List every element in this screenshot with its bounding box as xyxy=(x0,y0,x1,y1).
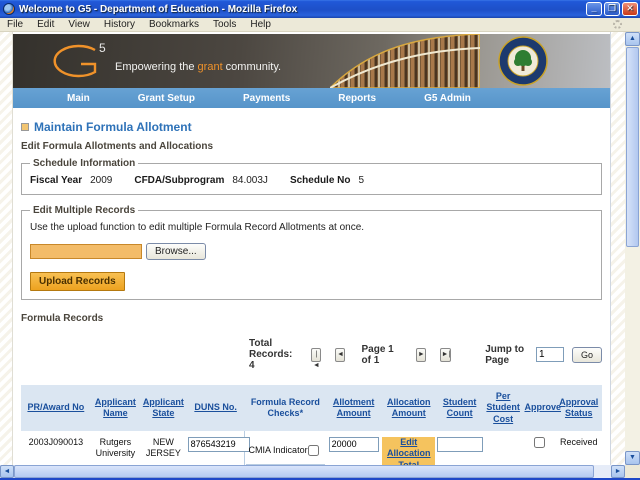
menu-bar: File Edit View History Bookmarks Tools H… xyxy=(0,18,640,32)
window-title: Welcome to G5 - Department of Education … xyxy=(19,3,298,15)
edit-multiple-records-fieldset: Edit Multiple Records Use the upload fun… xyxy=(21,205,602,300)
approve-checkbox[interactable] xyxy=(533,436,545,448)
restore-button[interactable]: ❐ xyxy=(604,2,620,16)
next-page-button[interactable]: ► xyxy=(416,347,427,362)
edit-multiple-records-legend: Edit Multiple Records xyxy=(33,205,136,216)
page-content: Maintain Formula Allotment Edit Formula … xyxy=(13,108,610,465)
menu-bookmarks[interactable]: Bookmarks xyxy=(142,19,206,30)
table-row: 2003J090013 Rutgers University NEW JERSE… xyxy=(21,430,602,465)
window-titlebar: Welcome to G5 - Department of Education … xyxy=(0,0,640,18)
doe-seal xyxy=(498,36,548,86)
nav-grant-setup[interactable]: Grant Setup xyxy=(114,93,219,104)
banner-tagline: Empowering the grant community. xyxy=(115,61,282,73)
cell-formula-record-checks: CMIA Indicator High Risk HR Certificatio… xyxy=(244,430,326,465)
cell-applicant-state: NEW JERSEY xyxy=(145,436,181,459)
scroll-right-icon[interactable]: ► xyxy=(611,465,625,478)
formula-records-table: PR/Award No Applicant Name Applicant Sta… xyxy=(21,385,602,465)
cmia-indicator-checkbox[interactable] xyxy=(307,445,319,457)
col-allotment-amount[interactable]: Allotment Amount xyxy=(333,397,375,418)
last-page-button[interactable]: ►| xyxy=(440,347,452,362)
cell-applicant-name: Rutgers University xyxy=(95,436,136,459)
bullet-icon xyxy=(21,123,29,131)
menu-edit[interactable]: Edit xyxy=(30,19,61,30)
browser-viewport: 5 Empowering the grant community. Main G… xyxy=(0,32,625,465)
menu-help[interactable]: Help xyxy=(243,19,278,30)
vertical-scroll-thumb[interactable] xyxy=(626,47,639,247)
cell-approval-status: Received xyxy=(559,436,598,447)
prev-page-button[interactable]: ◄ xyxy=(335,347,346,362)
g5-banner: 5 Empowering the grant community. xyxy=(13,34,610,88)
vertical-scrollbar[interactable]: ▲ ▼ xyxy=(625,32,640,465)
page-indicator: Page 1 of 1 xyxy=(361,343,394,366)
col-approve[interactable]: Approve xyxy=(524,402,561,412)
browse-button[interactable]: Browse... xyxy=(146,243,206,260)
nav-main[interactable]: Main xyxy=(43,93,114,104)
svg-text:5: 5 xyxy=(99,41,106,55)
cell-approve xyxy=(523,431,555,465)
student-count-input[interactable] xyxy=(437,436,484,452)
upload-instruction: Use the upload function to edit multiple… xyxy=(30,222,365,233)
nav-payments[interactable]: Payments xyxy=(219,93,314,104)
jump-to-page-label: Jump to Page xyxy=(485,343,525,366)
cell-pr-award-no: 2003J090013 xyxy=(28,436,84,447)
cell-student-count xyxy=(436,431,484,465)
menu-history[interactable]: History xyxy=(97,19,142,30)
nav-reports[interactable]: Reports xyxy=(314,93,400,104)
edit-allocation-total-link[interactable]: Edit Allocation Total xyxy=(382,436,436,465)
horizontal-scrollbar[interactable]: ◄ ► xyxy=(0,465,625,478)
scrollbar-corner xyxy=(625,465,640,478)
first-page-button[interactable]: |◄ xyxy=(311,347,322,369)
throbber-icon xyxy=(613,20,622,29)
col-allocation-amount[interactable]: Allocation Amount xyxy=(387,397,431,418)
schedule-information-legend: Schedule Information xyxy=(33,158,136,169)
upload-file-input[interactable] xyxy=(30,244,142,259)
jump-to-page-input[interactable] xyxy=(536,347,564,362)
col-per-student-cost[interactable]: Per Student Cost xyxy=(486,391,520,424)
menu-view[interactable]: View xyxy=(61,19,97,30)
cell-per-student-cost xyxy=(483,431,524,465)
horizontal-scroll-thumb[interactable] xyxy=(14,465,594,478)
fiscal-year-label: Fiscal Year xyxy=(30,175,83,186)
cmia-indicator-label: CMIA Indicator xyxy=(248,444,308,455)
duns-input[interactable] xyxy=(187,436,250,452)
col-pr-award-no[interactable]: PR/Award No xyxy=(27,402,84,412)
scroll-up-icon[interactable]: ▲ xyxy=(625,32,640,46)
col-formula-record-checks: Formula Record Checks* xyxy=(250,396,320,418)
page-title: Maintain Formula Allotment xyxy=(34,120,192,134)
main-nav: Main Grant Setup Payments Reports G5 Adm… xyxy=(13,88,610,108)
go-button[interactable]: Go xyxy=(572,346,603,363)
scroll-down-icon[interactable]: ▼ xyxy=(625,451,640,465)
cfda-label: CFDA/Subprogram xyxy=(134,175,225,186)
schedule-no-value: 5 xyxy=(358,175,365,186)
scroll-left-icon[interactable]: ◄ xyxy=(0,465,14,478)
menu-file[interactable]: File xyxy=(0,19,30,30)
col-approval-status[interactable]: Approval Status xyxy=(559,397,598,418)
fiscal-year-value: 2009 xyxy=(90,175,113,186)
cell-allocation-amount: Edit Allocation Total xyxy=(381,431,436,465)
cfda-value: 84.003J xyxy=(232,175,268,186)
bookshelf-image xyxy=(330,34,480,88)
cell-allotment-amount xyxy=(326,431,381,465)
page-canvas: 5 Empowering the grant community. Main G… xyxy=(12,32,611,465)
close-button[interactable]: ✕ xyxy=(622,2,638,16)
minimize-button[interactable]: _ xyxy=(586,2,602,16)
table-header-row: PR/Award No Applicant Name Applicant Sta… xyxy=(21,385,602,431)
total-records-label: Total Records: 4 xyxy=(249,338,293,371)
col-applicant-name[interactable]: Applicant Name xyxy=(95,397,136,418)
g5-logo: 5 xyxy=(53,41,106,78)
col-applicant-state[interactable]: Applicant State xyxy=(143,397,184,418)
schedule-no-label: Schedule No xyxy=(289,175,351,186)
upload-records-button[interactable]: Upload Records xyxy=(30,272,125,291)
firefox-icon xyxy=(3,3,15,15)
page-subtitle: Edit Formula Allotments and Allocations xyxy=(21,141,214,152)
nav-g5-admin[interactable]: G5 Admin xyxy=(400,93,495,104)
pagination-bar: Total Records: 4 |◄ ◄ Page 1 of 1 ► ►| J… xyxy=(21,338,603,371)
allotment-amount-input[interactable] xyxy=(328,436,379,452)
schedule-information-fieldset: Schedule Information Fiscal Year 2009 CF… xyxy=(21,158,602,195)
col-duns-no[interactable]: DUNS No. xyxy=(194,402,237,412)
formula-records-heading: Formula Records xyxy=(21,313,104,324)
cell-duns-no xyxy=(187,431,250,465)
col-student-count[interactable]: Student Count xyxy=(443,397,477,418)
menu-tools[interactable]: Tools xyxy=(206,19,243,30)
